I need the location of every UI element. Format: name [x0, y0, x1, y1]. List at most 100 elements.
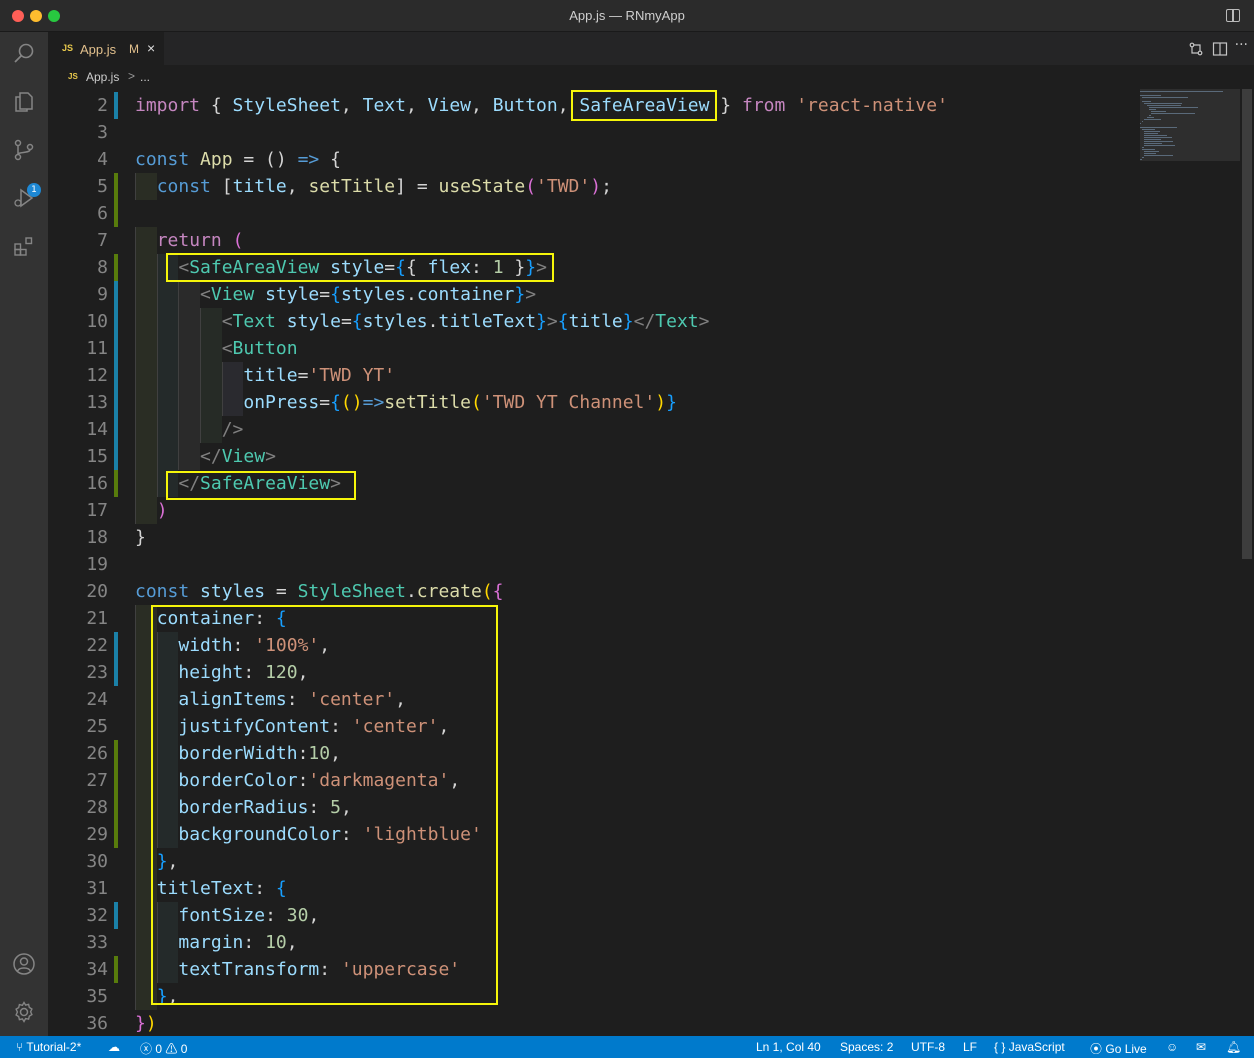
account-status-icon[interactable]: ☺ [1166, 1040, 1178, 1054]
minimap-line [1144, 119, 1161, 120]
open-changes-icon[interactable] [1188, 41, 1204, 57]
braces-icon: { } [994, 1040, 1006, 1054]
chevron-right-icon: > [128, 69, 136, 83]
code-token: . [405, 581, 417, 602]
code-token: , [405, 95, 428, 116]
code-token: onPress [243, 392, 320, 413]
minimap-line [1140, 95, 1161, 96]
minimap-line [1144, 141, 1173, 142]
code-text: const App = () => { [135, 146, 341, 173]
line-number: 32 [86, 905, 108, 926]
line-number: 34 [86, 959, 108, 980]
code-token: = [265, 581, 298, 602]
search-icon[interactable] [12, 42, 36, 66]
language-mode[interactable]: { } JavaScript [994, 1040, 1065, 1054]
code-token: } [135, 527, 146, 548]
settings-gear-icon[interactable] [12, 1000, 36, 1024]
code-token: Text [232, 311, 276, 332]
explorer-icon[interactable] [12, 90, 36, 114]
breadcrumb-symbol[interactable]: ... [140, 70, 150, 84]
code-token: { [492, 581, 504, 602]
code-token: /> [221, 419, 244, 440]
highlight-box-import [571, 90, 717, 121]
indentation[interactable]: Spaces: 2 [840, 1040, 893, 1054]
minimap-line [1140, 123, 1142, 124]
code-token: ( [525, 176, 537, 197]
line-number: 11 [86, 338, 108, 359]
source-control-icon[interactable] [12, 138, 36, 162]
code-token: </ [200, 446, 222, 467]
code-token: ] = [395, 176, 439, 197]
status-bar: ⑂ Tutorial-2* ☁ ⓧ 0 ⚠ 0 Ln 1, Col 40 Spa… [0, 1036, 1254, 1058]
line-number: 10 [86, 311, 108, 332]
code-token: Button [232, 338, 298, 359]
scrollbar-thumb[interactable] [1242, 89, 1252, 559]
minimap-line [1140, 159, 1143, 160]
line-number: 17 [86, 500, 108, 521]
code-text: <Text style={styles.titleText}>{title}</… [135, 308, 710, 335]
minimap[interactable] [1140, 89, 1240, 164]
breadcrumb-file[interactable]: App.js [86, 70, 119, 84]
code-token: import [135, 95, 201, 116]
go-live-button[interactable]: ⦿ Go Live [1090, 1040, 1147, 1057]
code-token: from [741, 95, 786, 116]
minimap-line [1142, 97, 1189, 98]
minimap-line [1140, 127, 1178, 128]
line-number: 12 [86, 365, 108, 386]
code-token: Text [362, 95, 406, 116]
feedback-icon[interactable]: ✉ [1196, 1040, 1206, 1054]
code-token: { [330, 392, 341, 413]
line-number: 19 [86, 554, 108, 575]
branch-indicator[interactable]: ⑂ Tutorial-2* [16, 1040, 81, 1054]
encoding[interactable]: UTF-8 [911, 1040, 945, 1054]
code-token: . [427, 311, 439, 332]
sync-icon[interactable]: ☁ [108, 1040, 120, 1054]
toggle-layout-icon[interactable] [1226, 9, 1240, 22]
code-token: } [135, 1013, 146, 1034]
close-tab-icon[interactable]: × [147, 40, 155, 56]
notifications-bell-icon[interactable]: 🔔︎ [1226, 1040, 1241, 1054]
line-number: 22 [86, 635, 108, 656]
code-token: styles [200, 581, 266, 602]
code-token: , [286, 176, 309, 197]
minimap-line [1144, 155, 1173, 156]
line-number: 24 [86, 689, 108, 710]
minimap-line [1144, 151, 1159, 152]
code-token: StyleSheet [232, 95, 341, 116]
minimap-line [1148, 115, 1151, 116]
extensions-icon[interactable] [12, 234, 36, 258]
more-actions-icon[interactable]: ··· [1235, 37, 1248, 53]
code-line: 6 [48, 200, 1138, 227]
code-token: container [416, 284, 515, 305]
line-number: 3 [97, 122, 108, 143]
minimap-line [1142, 101, 1151, 102]
minimap-line [1146, 117, 1155, 118]
tab-app-js[interactable]: JS App.js M × [48, 32, 164, 65]
tab-bar: JS App.js M × ··· [48, 32, 1254, 65]
vertical-scrollbar[interactable] [1240, 89, 1254, 1036]
split-editor-icon[interactable] [1212, 41, 1228, 57]
code-token: title [232, 176, 287, 197]
line-number: 35 [86, 986, 108, 1007]
line-number: 25 [86, 716, 108, 737]
git-branch-icon: ⑂ [16, 1040, 24, 1054]
account-icon[interactable] [12, 952, 36, 976]
error-icon: ⓧ [140, 1042, 153, 1056]
minimap-line [1142, 121, 1144, 122]
minimap-line [1142, 129, 1156, 130]
end-of-line[interactable]: LF [963, 1040, 977, 1054]
line-number: 16 [86, 473, 108, 494]
run-debug-icon[interactable] [12, 186, 36, 210]
code-text: const styles = StyleSheet.create({ [135, 578, 504, 605]
code-token: . [405, 284, 417, 305]
code-token: < [200, 284, 211, 305]
problems-indicator[interactable]: ⓧ 0 ⚠ 0 [140, 1040, 187, 1057]
code-token: ( [481, 581, 493, 602]
cursor-position[interactable]: Ln 1, Col 40 [756, 1040, 821, 1054]
line-number: 8 [97, 257, 108, 278]
code-token: 'TWD' [536, 176, 591, 197]
